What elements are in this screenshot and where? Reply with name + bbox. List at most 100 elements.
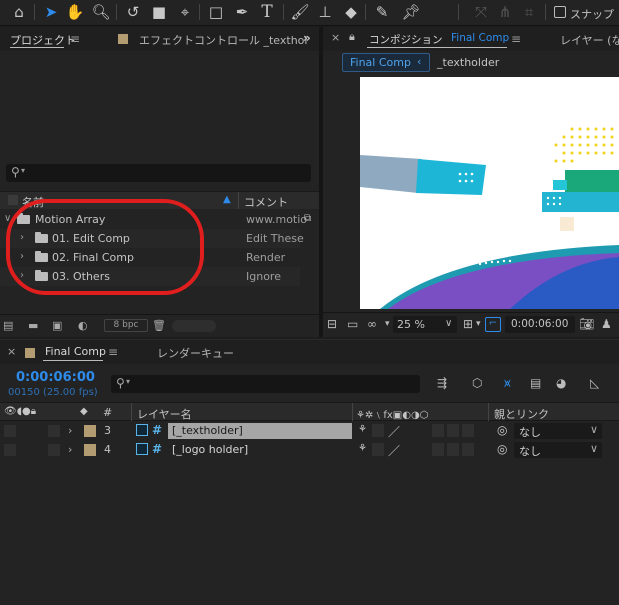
tab-composition-prefix[interactable]: コンポジション bbox=[369, 32, 443, 47]
type-tool-icon[interactable]: T bbox=[256, 2, 278, 22]
home-icon[interactable]: ⌂ bbox=[8, 2, 30, 22]
lock-switch[interactable] bbox=[48, 444, 60, 456]
lock-switch[interactable] bbox=[48, 425, 60, 437]
trash-icon[interactable]: 🗑︎ bbox=[152, 319, 166, 332]
new-folder-icon[interactable]: ▬ bbox=[28, 319, 38, 332]
header-layer-name[interactable]: レイヤー名 bbox=[137, 406, 192, 422]
tab-composition-name[interactable]: Final Comp bbox=[451, 32, 509, 44]
world-axis-icon[interactable]: ⋔ bbox=[494, 2, 516, 22]
collapse-switch[interactable] bbox=[372, 424, 384, 437]
adjustment-switch[interactable] bbox=[447, 443, 459, 456]
camera-tool-icon[interactable]: ■ bbox=[148, 2, 170, 22]
tab-final-comp[interactable]: Final Comp bbox=[45, 345, 106, 358]
timeline-timecode[interactable]: 0:00:06:00 bbox=[16, 370, 95, 385]
tab-render-queue[interactable]: レンダーキュー bbox=[157, 345, 234, 361]
column-comment[interactable]: コメント bbox=[244, 194, 288, 210]
pick-whip-icon[interactable]: ◎ bbox=[497, 442, 507, 456]
tab-effect-controls[interactable]: エフェクトコントロール _texthol bbox=[139, 32, 307, 48]
breadcrumb-textholder[interactable]: _textholder bbox=[437, 56, 499, 69]
motion-blur-switch[interactable] bbox=[432, 443, 444, 456]
video-switch[interactable] bbox=[4, 425, 16, 437]
timeline-empty-area[interactable] bbox=[0, 460, 619, 605]
3d-switch[interactable] bbox=[462, 424, 474, 437]
layer-label-color[interactable] bbox=[84, 425, 96, 437]
header-parent-link[interactable]: 親とリンク bbox=[494, 406, 549, 422]
tab-project[interactable]: プロジェクト bbox=[10, 32, 76, 48]
brush-tool-icon[interactable]: 🖌︎ bbox=[289, 2, 311, 22]
composition-viewer[interactable] bbox=[360, 77, 619, 309]
search-dropdown-icon[interactable]: ▾ bbox=[126, 377, 130, 386]
parent-dropdown[interactable]: なし ∨ bbox=[514, 442, 602, 458]
monitor-icon[interactable]: ▭ bbox=[347, 317, 358, 331]
shy-switch-icon[interactable]: ⚘ bbox=[358, 424, 367, 435]
close-icon[interactable]: × bbox=[331, 31, 340, 44]
selection-tool-icon[interactable]: ➤ bbox=[40, 2, 62, 22]
interpret-footage-icon[interactable]: ▤ bbox=[3, 319, 13, 332]
sort-ascending-icon[interactable]: ▲ bbox=[223, 194, 231, 205]
project-search-input[interactable]: ⚲ ▾ bbox=[6, 164, 311, 182]
puppet-pin-icon[interactable]: 📌︎ bbox=[400, 2, 422, 22]
collapse-switch[interactable] bbox=[372, 443, 384, 456]
view-axis-icon[interactable]: ⌗ bbox=[518, 2, 540, 22]
dropdown-icon[interactable]: ▾ bbox=[385, 319, 390, 329]
thumbnail-slider[interactable] bbox=[172, 320, 216, 332]
rectangle-tool-icon[interactable]: □ bbox=[205, 2, 227, 22]
show-snapshot-icon[interactable]: ♟ bbox=[601, 317, 612, 331]
search-dropdown-icon[interactable]: ▾ bbox=[21, 166, 25, 175]
close-icon[interactable]: × bbox=[7, 345, 16, 358]
layer-label-color[interactable] bbox=[84, 444, 96, 456]
always-preview-icon[interactable]: ⊟ bbox=[327, 317, 337, 331]
quality-switch-icon[interactable]: ／ bbox=[388, 442, 400, 459]
panel-menu-icon[interactable]: ≡ bbox=[511, 32, 521, 46]
comp-flowchart-icon[interactable]: ⇶ bbox=[437, 376, 447, 390]
quality-switch-icon[interactable]: ／ bbox=[388, 423, 400, 440]
shy-switch-icon[interactable]: ⚘ bbox=[358, 443, 367, 454]
video-switch[interactable] bbox=[4, 444, 16, 456]
flowchart-icon[interactable]: ⧉ bbox=[304, 213, 311, 224]
motion-blur-icon[interactable]: ◕ bbox=[556, 376, 566, 390]
panel-overflow-icon[interactable]: » bbox=[303, 31, 311, 45]
zoom-chevron-icon[interactable]: ∨ bbox=[445, 318, 452, 329]
expand-chevron-icon[interactable]: › bbox=[68, 443, 72, 456]
panel-menu-icon[interactable]: ≡ bbox=[108, 345, 118, 359]
layer-name[interactable]: [_logo holder] bbox=[172, 443, 248, 456]
layer-name[interactable]: [_textholder] bbox=[172, 424, 243, 437]
breadcrumb-final-comp[interactable]: Final Comp bbox=[350, 56, 411, 69]
shy-layers-icon[interactable]: ⩙ bbox=[504, 376, 511, 391]
layer-row[interactable]: › 4 # [_logo holder] ⚘ ／ ◎ なし ∨ bbox=[0, 441, 619, 459]
rotate-tool-icon[interactable]: ↺ bbox=[122, 2, 144, 22]
adjustment-switch[interactable] bbox=[447, 424, 459, 437]
mask-view-icon[interactable]: ∞ bbox=[367, 317, 377, 331]
frame-blending-icon[interactable]: ▤ bbox=[530, 376, 541, 390]
zoom-tool-icon[interactable]: 🔍︎ bbox=[90, 2, 112, 22]
lock-icon[interactable]: 🔒︎ bbox=[349, 30, 355, 44]
parent-dropdown[interactable]: なし ∨ bbox=[514, 423, 602, 439]
pick-whip-icon[interactable]: ◎ bbox=[497, 423, 507, 437]
timeline-search-input[interactable]: ⚲ ▾ bbox=[111, 375, 420, 393]
pan-behind-tool-icon[interactable]: ⌖ bbox=[174, 2, 196, 22]
axis-mode-icon[interactable]: ⤧ bbox=[470, 2, 492, 22]
panel-menu-icon[interactable]: ≡ bbox=[70, 32, 80, 46]
tab-layer[interactable]: レイヤー (なし bbox=[560, 32, 619, 48]
region-of-interest-icon[interactable]: ⌐ bbox=[485, 317, 501, 332]
grid-icon[interactable]: ⊞ bbox=[463, 317, 473, 331]
dropdown-icon[interactable]: ▾ bbox=[476, 319, 481, 329]
layer-row[interactable]: › 3 # [_textholder] ⚘ ／ ◎ なし ∨ bbox=[0, 422, 619, 440]
draft-3d-icon[interactable]: ⬡ bbox=[472, 376, 482, 390]
switches-icons: ⚘✲﹨fx▣◐◑⬡ bbox=[356, 410, 429, 421]
column-divider bbox=[352, 403, 353, 421]
graph-editor-icon[interactable]: ◺ bbox=[590, 376, 599, 390]
adjust-settings-icon[interactable]: ◐ bbox=[78, 319, 88, 332]
clone-stamp-icon[interactable]: ⊥ bbox=[314, 2, 336, 22]
bit-depth-button[interactable]: 8 bpc bbox=[104, 319, 148, 332]
pen-tool-icon[interactable]: ✒ bbox=[231, 2, 253, 22]
3d-switch[interactable] bbox=[462, 443, 474, 456]
snap-checkbox[interactable] bbox=[554, 6, 566, 18]
motion-blur-switch[interactable] bbox=[432, 424, 444, 437]
eraser-icon[interactable]: ◆ bbox=[340, 2, 362, 22]
expand-chevron-icon[interactable]: › bbox=[68, 424, 72, 437]
snapshot-camera-icon[interactable]: 📷︎ bbox=[579, 317, 594, 331]
hand-tool-icon[interactable]: ✋ bbox=[64, 2, 86, 22]
new-composition-icon[interactable]: ▣ bbox=[52, 319, 62, 332]
roto-brush-icon[interactable]: ✎ bbox=[371, 2, 393, 22]
